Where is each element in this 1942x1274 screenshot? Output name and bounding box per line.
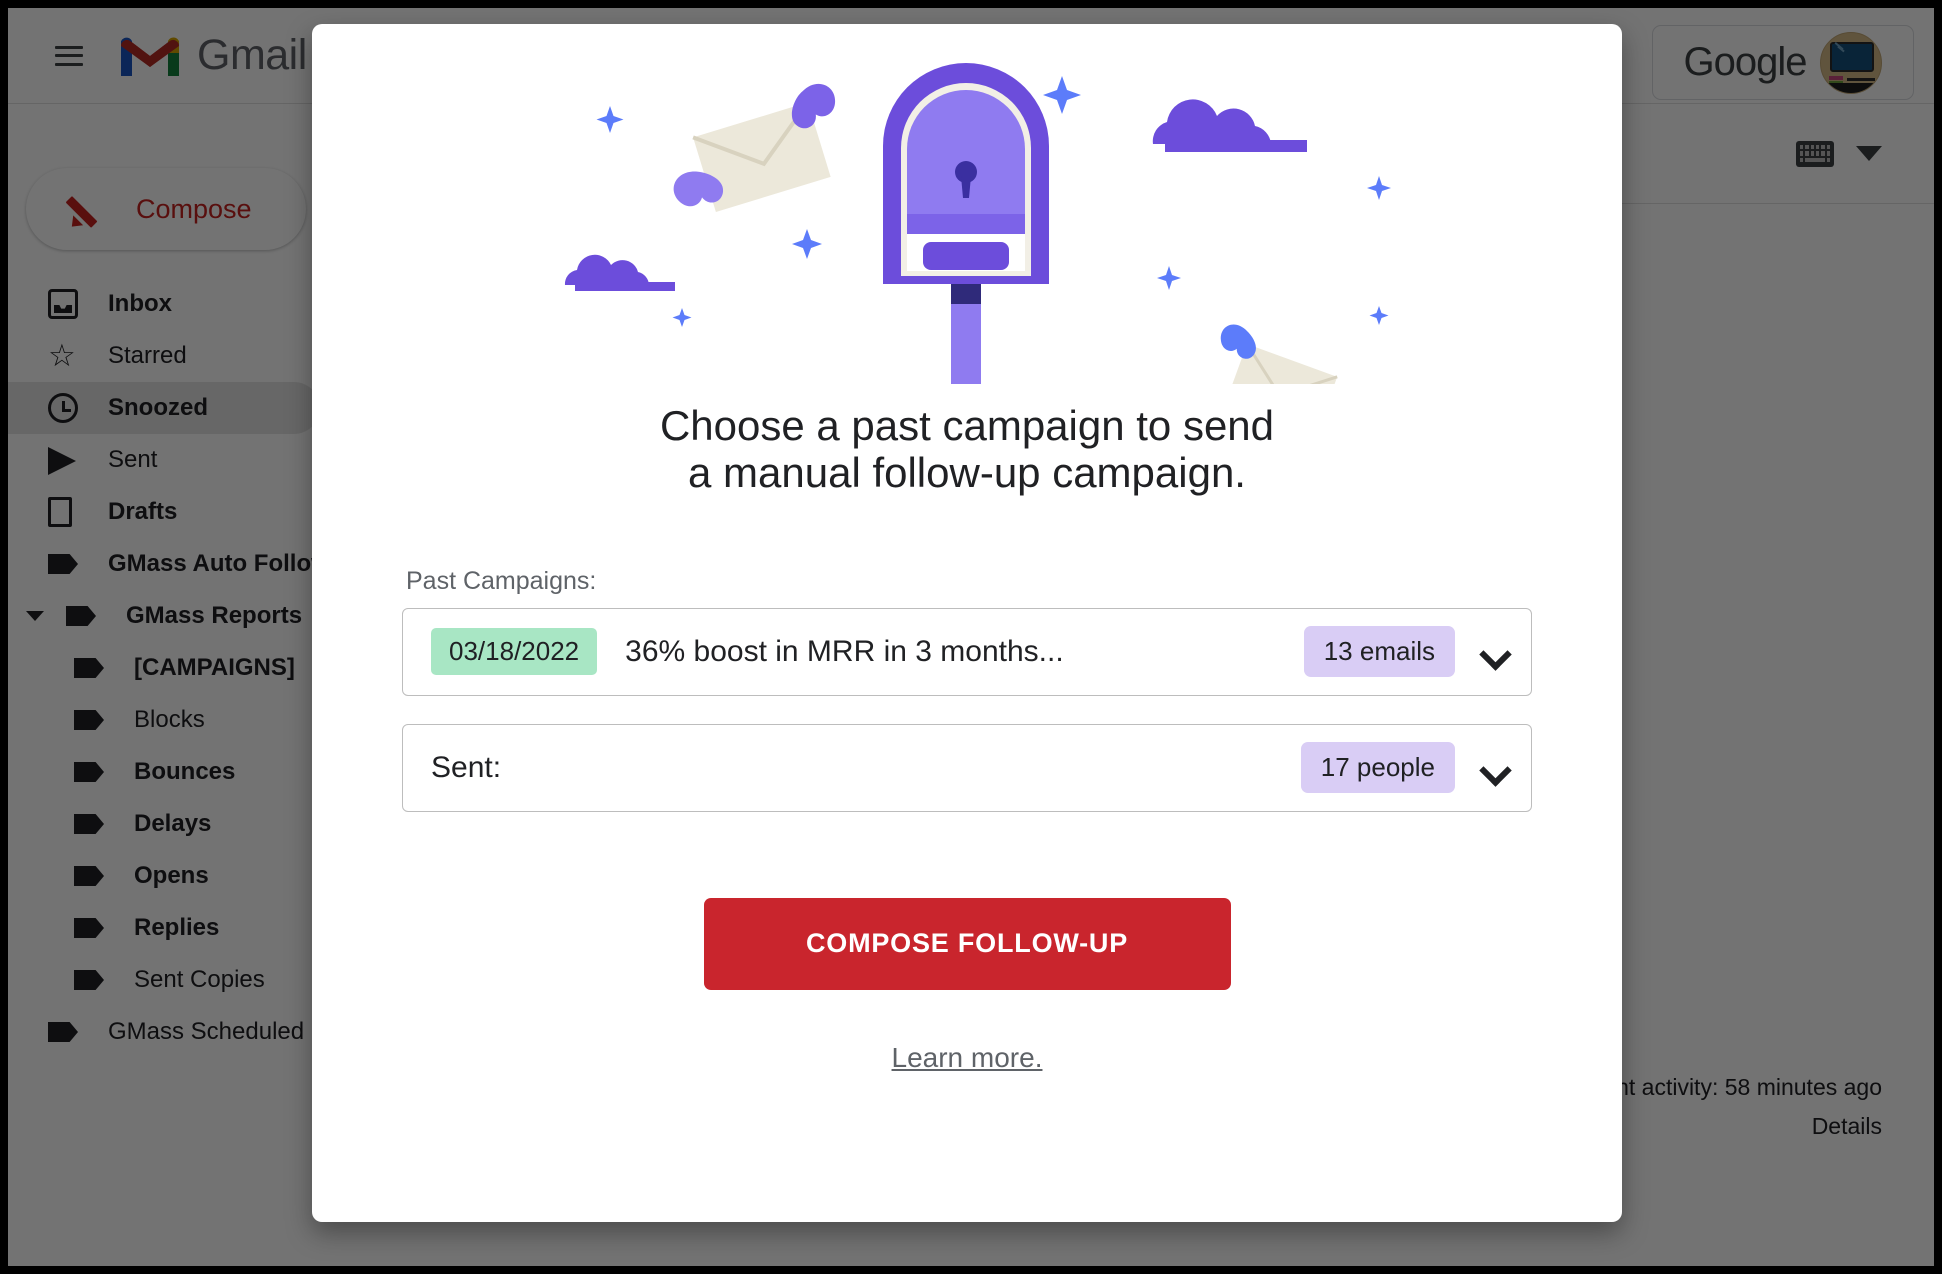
chevron-down-icon[interactable] — [1481, 755, 1507, 781]
dialog-title: Choose a past campaign to send a manual … — [660, 402, 1274, 497]
follow-up-campaign-dialog: Choose a past campaign to send a manual … — [312, 24, 1622, 1222]
sent-label: Sent: — [431, 750, 502, 784]
compose-button[interactable]: Compose — [26, 168, 306, 250]
send-icon — [48, 445, 78, 475]
label-icon — [74, 913, 104, 943]
sidebar-item-sent-copies[interactable]: Sent Copies — [8, 954, 320, 1006]
gmail-logo[interactable]: Gmail — [121, 31, 307, 80]
caret-down-icon[interactable] — [1856, 146, 1882, 161]
label-icon — [74, 965, 104, 995]
main-menu-icon[interactable] — [55, 45, 83, 66]
label-icon — [74, 757, 104, 787]
gmail-m-icon — [121, 36, 179, 76]
sidebar-item-campaigns[interactable]: [CAMPAIGNS] — [8, 642, 320, 694]
sidebar-item-label: Bounces — [134, 758, 236, 785]
sidebar-item-sent[interactable]: Sent — [8, 434, 320, 486]
sidebar-item-gmass-scheduled[interactable]: GMass Scheduled — [8, 1006, 320, 1058]
sidebar-item-label: [CAMPAIGNS] — [134, 654, 295, 681]
google-account-chip[interactable]: Google — [1652, 25, 1914, 100]
learn-more-link[interactable]: Learn more. — [892, 1042, 1043, 1074]
dialog-title-line1: Choose a past campaign to send — [659, 402, 1275, 449]
sidebar-item-label: Blocks — [134, 706, 205, 733]
sidebar-item-delays[interactable]: Delays — [8, 798, 320, 850]
sidebar-item-label: Opens — [134, 862, 209, 889]
draft-icon — [48, 497, 78, 527]
sidebar-item-label: GMass Scheduled — [108, 1018, 305, 1045]
sidebar-item-opens[interactable]: Opens — [8, 850, 320, 902]
campaign-date-badge: 03/18/2022 — [431, 628, 598, 676]
sidebar-item-blocks[interactable]: Blocks — [8, 694, 320, 746]
sidebar-item-replies[interactable]: Replies — [8, 902, 320, 954]
gmail-wordmark: Gmail — [197, 31, 307, 79]
label-icon — [74, 809, 104, 839]
dialog-title-line2: a manual follow-up campaign. — [688, 449, 1246, 497]
past-campaign-select[interactable]: 03/18/2022 36% boost in MRR in 3 months.… — [402, 607, 1532, 696]
sidebar-item-snoozed[interactable]: Snoozed — [8, 382, 320, 434]
label-icon — [74, 861, 104, 891]
label-icon — [48, 549, 78, 579]
label-icon — [48, 1017, 78, 1047]
campaign-email-count-badge: 13 emails — [1303, 626, 1455, 678]
sidebar-item-label: GMass Auto Follow-Ups — [108, 550, 320, 577]
sidebar-item-label: Starred — [108, 342, 187, 369]
sidebar-item-label: Snoozed — [108, 394, 208, 421]
clock-icon — [48, 393, 78, 423]
sidebar-item-label: Sent Copies — [134, 966, 265, 993]
label-icon — [74, 653, 104, 683]
inbox-icon — [48, 289, 78, 319]
sent-people-count-badge: 17 people — [1300, 742, 1455, 794]
compose-follow-up-button[interactable]: COMPOSE FOLLOW-UP — [703, 897, 1231, 990]
sidebar-item-inbox[interactable]: Inbox — [8, 278, 320, 330]
expand-arrow-icon[interactable] — [26, 611, 44, 621]
mailbox-illustration — [517, 54, 1417, 457]
past-campaigns-label: Past Campaigns: — [406, 566, 597, 595]
pencil-icon — [65, 192, 102, 232]
google-label: Google — [1683, 40, 1808, 84]
sidebar-item-label: Sent — [108, 446, 158, 473]
sidebar-item-label: Replies — [134, 914, 220, 941]
sent-recipients-select[interactable]: Sent: 17 people — [402, 723, 1532, 812]
star-icon: ☆ — [48, 338, 76, 373]
sidebar-item-gmass-auto-follow-ups[interactable]: GMass Auto Follow-Ups — [8, 538, 320, 590]
sidebar-item-starred[interactable]: ☆ Starred — [8, 330, 320, 382]
campaign-subject: 36% boost in MRR in 3 months... — [625, 634, 1064, 668]
sidebar-item-label: GMass Reports — [126, 602, 303, 629]
sidebar-item-gmass-reports[interactable]: GMass Reports — [8, 590, 320, 642]
compose-button-label: Compose — [136, 193, 252, 224]
sidebar-item-drafts[interactable]: Drafts — [8, 486, 320, 538]
computer-avatar-icon — [1820, 31, 1883, 94]
sidebar-nav: Inbox ☆ Starred Snoozed Sent Drafts GMass Auto… — [8, 278, 320, 1058]
chevron-down-icon[interactable] — [1481, 639, 1507, 665]
label-icon — [66, 601, 96, 631]
app-screen: Gmail Google Compose Inbox ☆ Starred Sno… — [8, 8, 1934, 1266]
sidebar-item-label: Delays — [134, 810, 212, 837]
sidebar-item-label: Drafts — [108, 498, 178, 525]
label-icon — [74, 705, 104, 735]
sidebar-item-bounces[interactable]: Bounces — [8, 746, 320, 798]
campaign-form: Past Campaigns: 03/18/2022 36% boost in … — [402, 567, 1532, 840]
keyboard-icon[interactable] — [1796, 140, 1834, 167]
sidebar-item-label: Inbox — [108, 290, 172, 317]
